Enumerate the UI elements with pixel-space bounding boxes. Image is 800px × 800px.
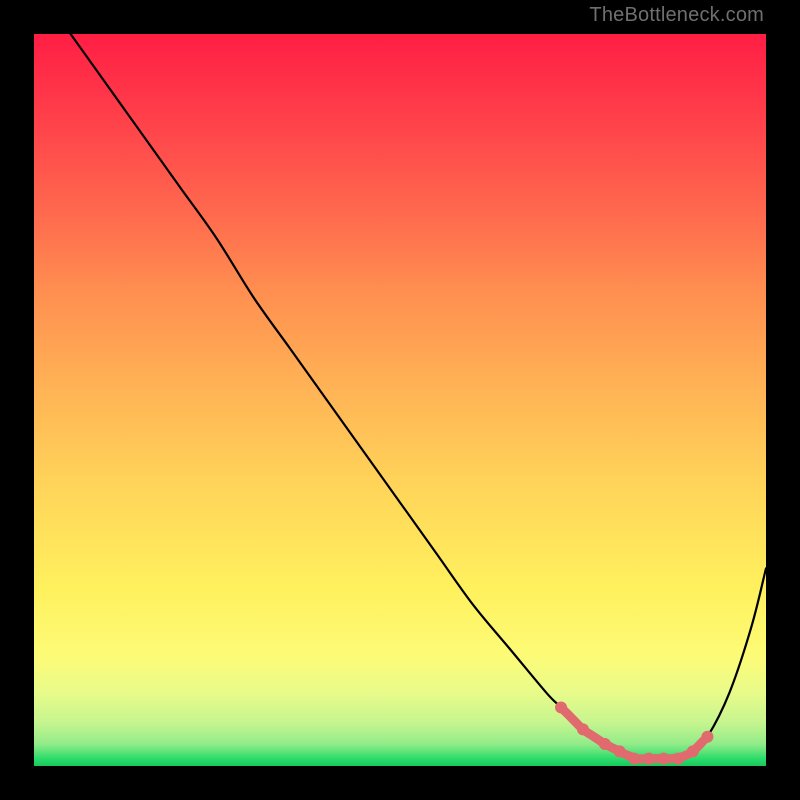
chart-plot-area xyxy=(34,34,766,766)
watermark-text: TheBottleneck.com xyxy=(589,4,764,27)
highlight-dot xyxy=(701,731,713,743)
highlight-dot xyxy=(687,745,699,757)
chart-svg xyxy=(34,34,766,766)
chart-frame: TheBottleneck.com xyxy=(0,0,800,800)
bottleneck-curve xyxy=(71,34,766,759)
highlight-dot xyxy=(614,745,626,757)
highlight-dot xyxy=(643,753,655,765)
highlight-dot xyxy=(577,723,589,735)
highlight-dot xyxy=(672,753,684,765)
bottleneck-highlight-dots xyxy=(555,701,713,764)
highlight-dot xyxy=(628,753,640,765)
highlight-dot xyxy=(658,753,670,765)
highlight-dot xyxy=(599,738,611,750)
highlight-dot xyxy=(555,701,567,713)
